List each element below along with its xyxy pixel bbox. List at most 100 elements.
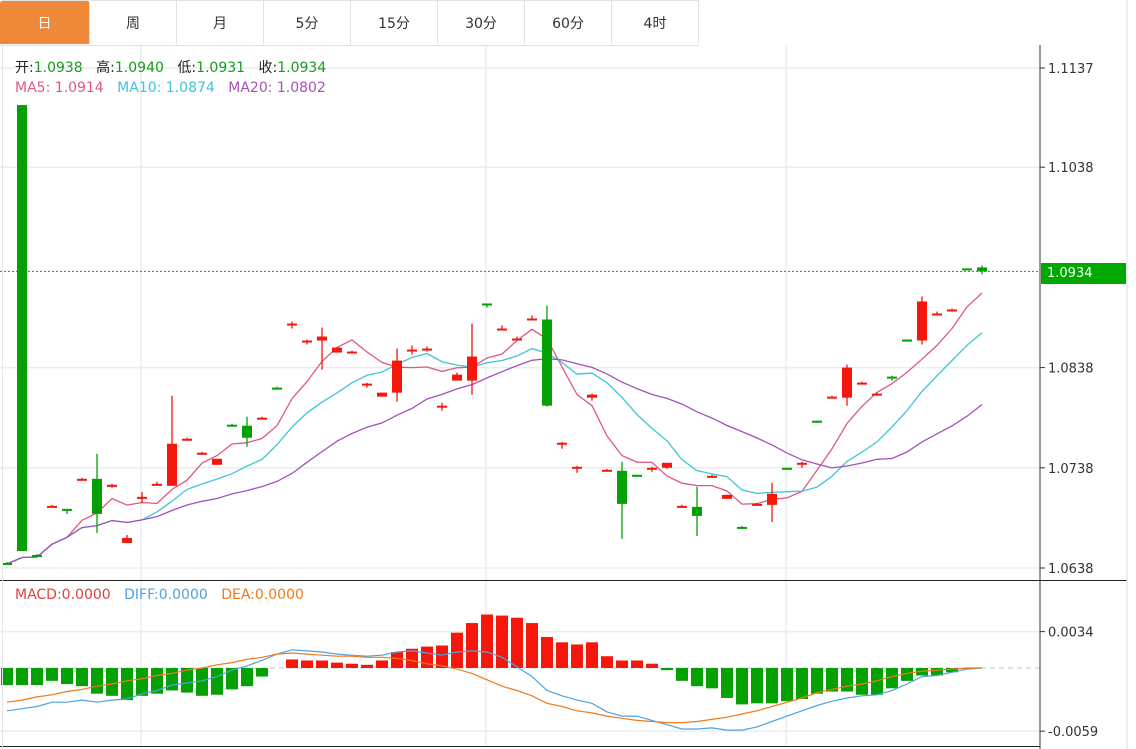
candle-body bbox=[2, 562, 12, 565]
candle bbox=[47, 504, 57, 508]
candle-body bbox=[92, 478, 102, 514]
candle-body bbox=[752, 503, 762, 506]
candlesticks bbox=[2, 105, 987, 565]
candle bbox=[887, 375, 897, 381]
close-label: 收: bbox=[258, 60, 278, 76]
tab-5min[interactable]: 5分 bbox=[264, 0, 351, 44]
candle-body bbox=[242, 425, 252, 438]
candle bbox=[497, 325, 507, 331]
candle bbox=[782, 467, 792, 470]
macd-bar bbox=[106, 668, 118, 696]
candle bbox=[107, 483, 117, 488]
candle-body bbox=[932, 313, 942, 316]
candle-body bbox=[182, 438, 192, 441]
candle-body bbox=[857, 382, 867, 385]
macd-bar bbox=[286, 659, 298, 668]
candle-body bbox=[767, 493, 777, 505]
macd-bar bbox=[616, 660, 628, 668]
price-tick-label: 1.1137 bbox=[1048, 62, 1094, 77]
macd-bar bbox=[556, 642, 568, 668]
candle-body bbox=[317, 336, 327, 341]
candle bbox=[332, 347, 342, 353]
low-label: 低: bbox=[177, 60, 197, 76]
macd-bar bbox=[136, 668, 148, 696]
candle-body bbox=[917, 301, 927, 341]
candle bbox=[62, 508, 72, 514]
macd-bar bbox=[46, 668, 58, 681]
tab-day[interactable]: 日 bbox=[0, 0, 90, 44]
candle bbox=[287, 321, 297, 329]
candle bbox=[422, 346, 432, 352]
candle bbox=[767, 482, 777, 522]
macd-bar bbox=[241, 668, 253, 687]
candle bbox=[377, 392, 387, 397]
candle bbox=[977, 265, 987, 275]
candle-body bbox=[662, 462, 672, 468]
open-label: 开: bbox=[15, 60, 34, 76]
candle bbox=[452, 372, 462, 381]
macd-bar bbox=[646, 663, 658, 668]
tab-month[interactable]: 月 bbox=[177, 0, 264, 44]
ma20-value: MA20: 1.0802 bbox=[228, 80, 326, 96]
kline-chart[interactable]: 1.1137 1.1038 1.0838 1.0738 1.0638 0.0034 -0.0… bbox=[0, 0, 1136, 749]
candle bbox=[197, 451, 207, 455]
macd-bar bbox=[511, 617, 523, 668]
candle-body bbox=[947, 309, 957, 312]
macd-bar bbox=[841, 668, 853, 692]
candle bbox=[827, 395, 837, 399]
tab-week[interactable]: 周 bbox=[90, 0, 177, 44]
macd-legend: MACD:0.0000 DIFF:0.0000 DEA:0.0000 bbox=[15, 587, 313, 603]
tab-4hour[interactable]: 4时 bbox=[612, 0, 699, 44]
macd-bar bbox=[181, 668, 193, 693]
macd-bar bbox=[856, 668, 868, 695]
candle-body bbox=[482, 303, 492, 306]
open-value: 1.0938 bbox=[33, 60, 83, 76]
candle bbox=[917, 296, 927, 345]
high-value: 1.0940 bbox=[114, 60, 164, 76]
macd-bar bbox=[781, 668, 793, 702]
tab-15min[interactable]: 15分 bbox=[351, 0, 438, 44]
macd-bar bbox=[691, 668, 703, 687]
macd-value: MACD:0.0000 bbox=[15, 587, 111, 603]
ma20-line bbox=[6, 358, 983, 565]
candle-body bbox=[782, 467, 792, 470]
candle bbox=[617, 461, 627, 539]
candle bbox=[677, 504, 687, 508]
candle-body bbox=[467, 356, 477, 381]
macd-bar bbox=[706, 668, 718, 689]
tab-60min[interactable]: 60分 bbox=[525, 0, 612, 44]
candle-body bbox=[557, 442, 567, 445]
candle bbox=[77, 477, 87, 481]
macd-bar bbox=[211, 668, 223, 695]
macd-bar bbox=[376, 660, 388, 668]
candle bbox=[572, 465, 582, 473]
candle-body bbox=[197, 452, 207, 455]
candle bbox=[17, 105, 27, 551]
candle-body bbox=[512, 338, 522, 341]
candle-body bbox=[392, 360, 402, 393]
candle-body bbox=[722, 494, 732, 499]
candle-body bbox=[47, 505, 57, 508]
candle-body bbox=[737, 526, 747, 529]
candle-body bbox=[77, 478, 87, 481]
price-axis: 1.1137 1.1038 1.0838 1.0738 1.0638 0.0034 -0.0… bbox=[0, 0, 1128, 749]
last-price-label: 1.0934 bbox=[1041, 263, 1126, 284]
candle-body bbox=[122, 537, 132, 543]
candle bbox=[272, 386, 282, 390]
candle bbox=[812, 420, 822, 423]
high-label: 高: bbox=[96, 60, 115, 76]
macd-bar bbox=[301, 660, 313, 668]
candle bbox=[257, 416, 267, 420]
candle-body bbox=[332, 347, 342, 353]
candle bbox=[737, 525, 747, 529]
candle bbox=[392, 348, 402, 402]
tab-30min[interactable]: 30分 bbox=[438, 0, 525, 44]
dea-value: DEA:0.0000 bbox=[221, 587, 304, 603]
candle bbox=[542, 305, 552, 407]
candle bbox=[557, 441, 567, 449]
price-tick-label: 1.0838 bbox=[1048, 362, 1094, 377]
macd-bar bbox=[466, 623, 478, 668]
candle-body bbox=[527, 318, 537, 321]
candle-body bbox=[872, 393, 882, 396]
candle bbox=[317, 327, 327, 370]
